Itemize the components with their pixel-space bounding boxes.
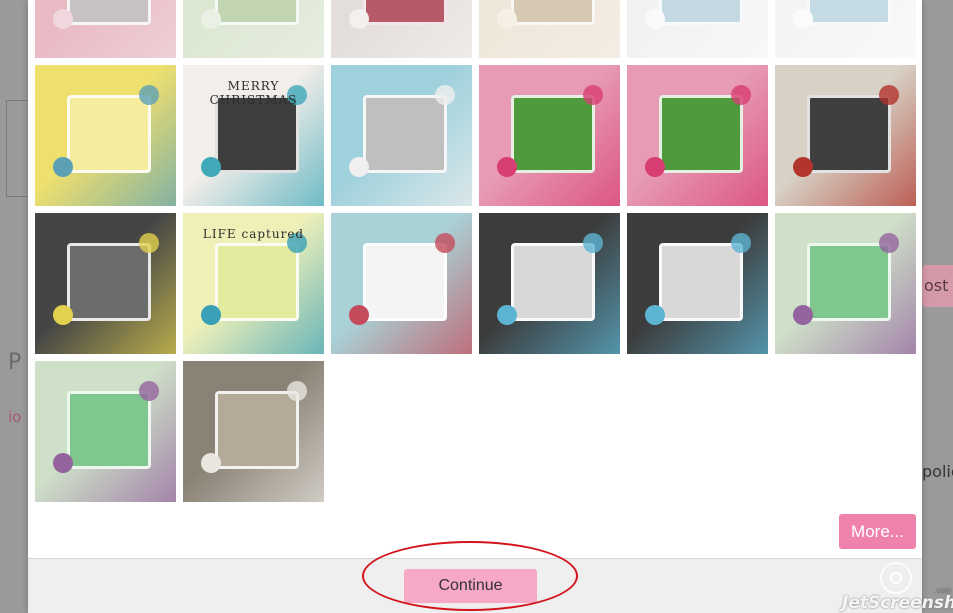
thumbnail-caption: MERRY CHRISTMAS: [209, 79, 298, 107]
decorative-flower: [349, 9, 369, 29]
decorative-flower: [793, 9, 813, 29]
gallery-thumbnail[interactable]: [775, 65, 916, 206]
decorative-flower: [793, 157, 813, 177]
pinterest-icon: P: [8, 350, 22, 375]
gallery-thumbnail[interactable]: [479, 0, 620, 58]
thumbnail-photo: [363, 243, 447, 321]
thumbnail-photo: [807, 95, 891, 173]
thumbnail-photo: [659, 243, 743, 321]
decorative-flower: [287, 381, 307, 401]
thumbnail-photo: [511, 95, 595, 173]
background-post-button: ost n: [922, 265, 953, 307]
gallery-thumbnail[interactable]: [775, 0, 916, 58]
thumbnail-photo: [659, 95, 743, 173]
decorative-flower: [53, 453, 73, 473]
thumbnail-photo: [659, 0, 743, 25]
decorative-flower: [497, 9, 517, 29]
thumbnail-photo: [67, 0, 151, 25]
gallery-thumbnail[interactable]: [331, 213, 472, 354]
jetscreenshot-watermark: .com JetScreenshot: [842, 560, 953, 613]
decorative-flower: [435, 233, 455, 253]
decorative-flower: [583, 233, 603, 253]
decorative-flower: [731, 85, 751, 105]
gallery-thumbnail[interactable]: [627, 0, 768, 58]
gallery-thumbnail[interactable]: [479, 65, 620, 206]
decorative-flower: [645, 9, 665, 29]
gallery-thumbnail[interactable]: [183, 0, 324, 58]
decorative-flower: [793, 305, 813, 325]
gallery-thumbnail[interactable]: [627, 65, 768, 206]
decorative-flower: [349, 157, 369, 177]
decorative-flower: [645, 305, 665, 325]
thumbnail-photo: [67, 391, 151, 469]
gallery-modal: MERRY CHRISTMAS LIFE captured More... Con…: [28, 0, 922, 613]
watermark-text: JetScreenshot: [842, 593, 953, 613]
modal-footer: Continue: [28, 558, 922, 613]
thumbnail-photo: [363, 95, 447, 173]
decorative-flower: [53, 157, 73, 177]
thumbnail-photo: [215, 391, 299, 469]
gallery-thumbnail[interactable]: [331, 65, 472, 206]
decorative-flower: [435, 85, 455, 105]
background-text-fragment: polic: [922, 462, 953, 481]
thumbnail-photo: [67, 95, 151, 173]
gallery-thumbnail[interactable]: [479, 213, 620, 354]
decorative-flower: [497, 305, 517, 325]
gallery-thumbnail[interactable]: [35, 0, 176, 58]
decorative-flower: [53, 9, 73, 29]
decorative-flower: [879, 85, 899, 105]
decorative-flower: [201, 9, 221, 29]
decorative-flower: [201, 453, 221, 473]
thumbnail-photo: [511, 243, 595, 321]
thumbnail-caption: LIFE captured: [202, 227, 305, 241]
gallery-thumbnail[interactable]: MERRY CHRISTMAS: [183, 65, 324, 206]
gallery-thumbnail[interactable]: LIFE captured: [183, 213, 324, 354]
decorative-flower: [497, 157, 517, 177]
decorative-flower: [349, 305, 369, 325]
thumbnail-photo: [215, 243, 299, 321]
gallery-thumbnail[interactable]: [35, 213, 176, 354]
gallery-thumbnail[interactable]: [35, 65, 176, 206]
thumbnail-photo: [807, 0, 891, 25]
decorative-flower: [201, 305, 221, 325]
decorative-flower: [879, 233, 899, 253]
decorative-flower: [731, 233, 751, 253]
decorative-flower: [583, 85, 603, 105]
thumbnail-photo: [215, 0, 299, 25]
thumbnail-photo: [511, 0, 595, 25]
background-text-fragment: io: [8, 408, 22, 426]
more-button[interactable]: More...: [839, 514, 916, 549]
decorative-flower: [139, 233, 159, 253]
continue-button[interactable]: Continue: [404, 569, 537, 603]
decorative-flower: [201, 157, 221, 177]
gallery-thumbnail[interactable]: [183, 361, 324, 502]
gallery-thumbnail[interactable]: [331, 0, 472, 58]
decorative-flower: [53, 305, 73, 325]
gallery-thumbnail[interactable]: [35, 361, 176, 502]
thumbnail-photo: [67, 243, 151, 321]
gallery-thumbnail[interactable]: [775, 213, 916, 354]
decorative-flower: [139, 381, 159, 401]
gallery-thumbnail[interactable]: [627, 213, 768, 354]
decorative-flower: [139, 85, 159, 105]
camera-lens-icon: [880, 562, 912, 594]
decorative-flower: [645, 157, 665, 177]
thumbnail-photo: [363, 0, 447, 25]
thumbnail-photo: [807, 243, 891, 321]
